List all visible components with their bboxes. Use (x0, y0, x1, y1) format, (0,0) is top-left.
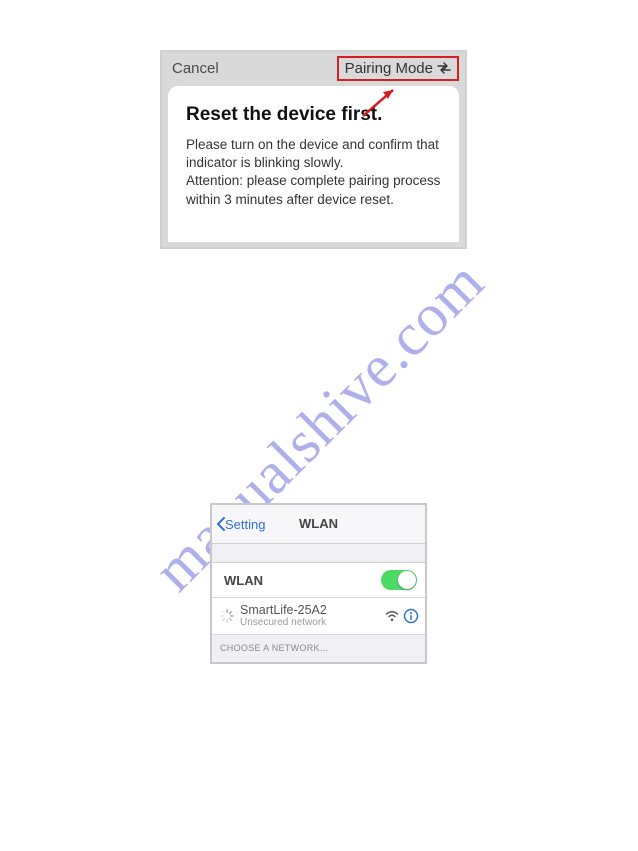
card-title: Reset the device first. (186, 104, 441, 126)
spinner-icon (220, 609, 234, 623)
wifi-icon (385, 611, 399, 622)
section-spacer (212, 544, 425, 563)
body-line: Attention: please complete pairing proce… (186, 173, 440, 188)
network-name: SmartLife-25A2 (240, 604, 385, 618)
body-line: within 3 minutes after device reset. (186, 192, 394, 207)
wlan-label: WLAN (224, 573, 263, 588)
wlan-toggle-row[interactable]: WLAN (212, 563, 425, 598)
wlan-toggle[interactable] (381, 570, 417, 590)
reset-device-screenshot: Cancel Pairing Mode Reset the device fir… (160, 50, 467, 249)
choose-network-header: CHOOSE A NETWORK... (212, 635, 425, 653)
body-line: indicator is blinking slowly. (186, 155, 343, 170)
back-label: Setting (225, 517, 265, 532)
swap-icon (437, 62, 451, 74)
pairing-mode-button[interactable]: Pairing Mode (337, 56, 459, 81)
back-button[interactable]: Setting (216, 505, 265, 543)
connected-network-row[interactable]: SmartLife-25A2 Unsecured network (212, 598, 425, 635)
info-icon[interactable] (403, 608, 419, 624)
cancel-button[interactable]: Cancel (172, 60, 219, 77)
nav-bar: Cancel Pairing Mode (162, 52, 465, 84)
network-icons (385, 608, 419, 624)
network-subtitle: Unsecured network (240, 617, 385, 628)
card-body: Please turn on the device and confirm th… (186, 136, 441, 209)
network-info: SmartLife-25A2 Unsecured network (240, 604, 385, 629)
pairing-mode-label: Pairing Mode (345, 60, 433, 77)
wlan-settings-screenshot: WLAN Setting WLAN SmartLife-25 (210, 503, 427, 664)
body-line: Please turn on the device and confirm th… (186, 137, 439, 152)
instruction-card: Reset the device first. Please turn on t… (168, 86, 459, 242)
nav-bar: WLAN Setting (212, 505, 425, 544)
